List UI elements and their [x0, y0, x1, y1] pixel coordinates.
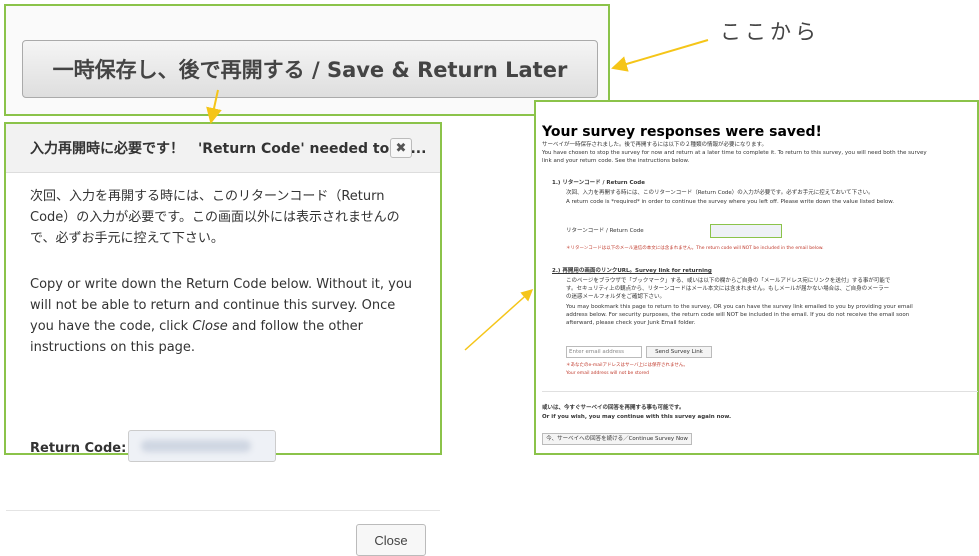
arrow-to-dialog: [206, 89, 222, 124]
dialog-footer-divider: [6, 510, 440, 511]
close-button[interactable]: Close: [356, 524, 426, 556]
arrow-to-save-button: [611, 39, 709, 72]
annotation-arrows: [206, 39, 709, 351]
arrow-to-saved-page: [464, 288, 534, 351]
